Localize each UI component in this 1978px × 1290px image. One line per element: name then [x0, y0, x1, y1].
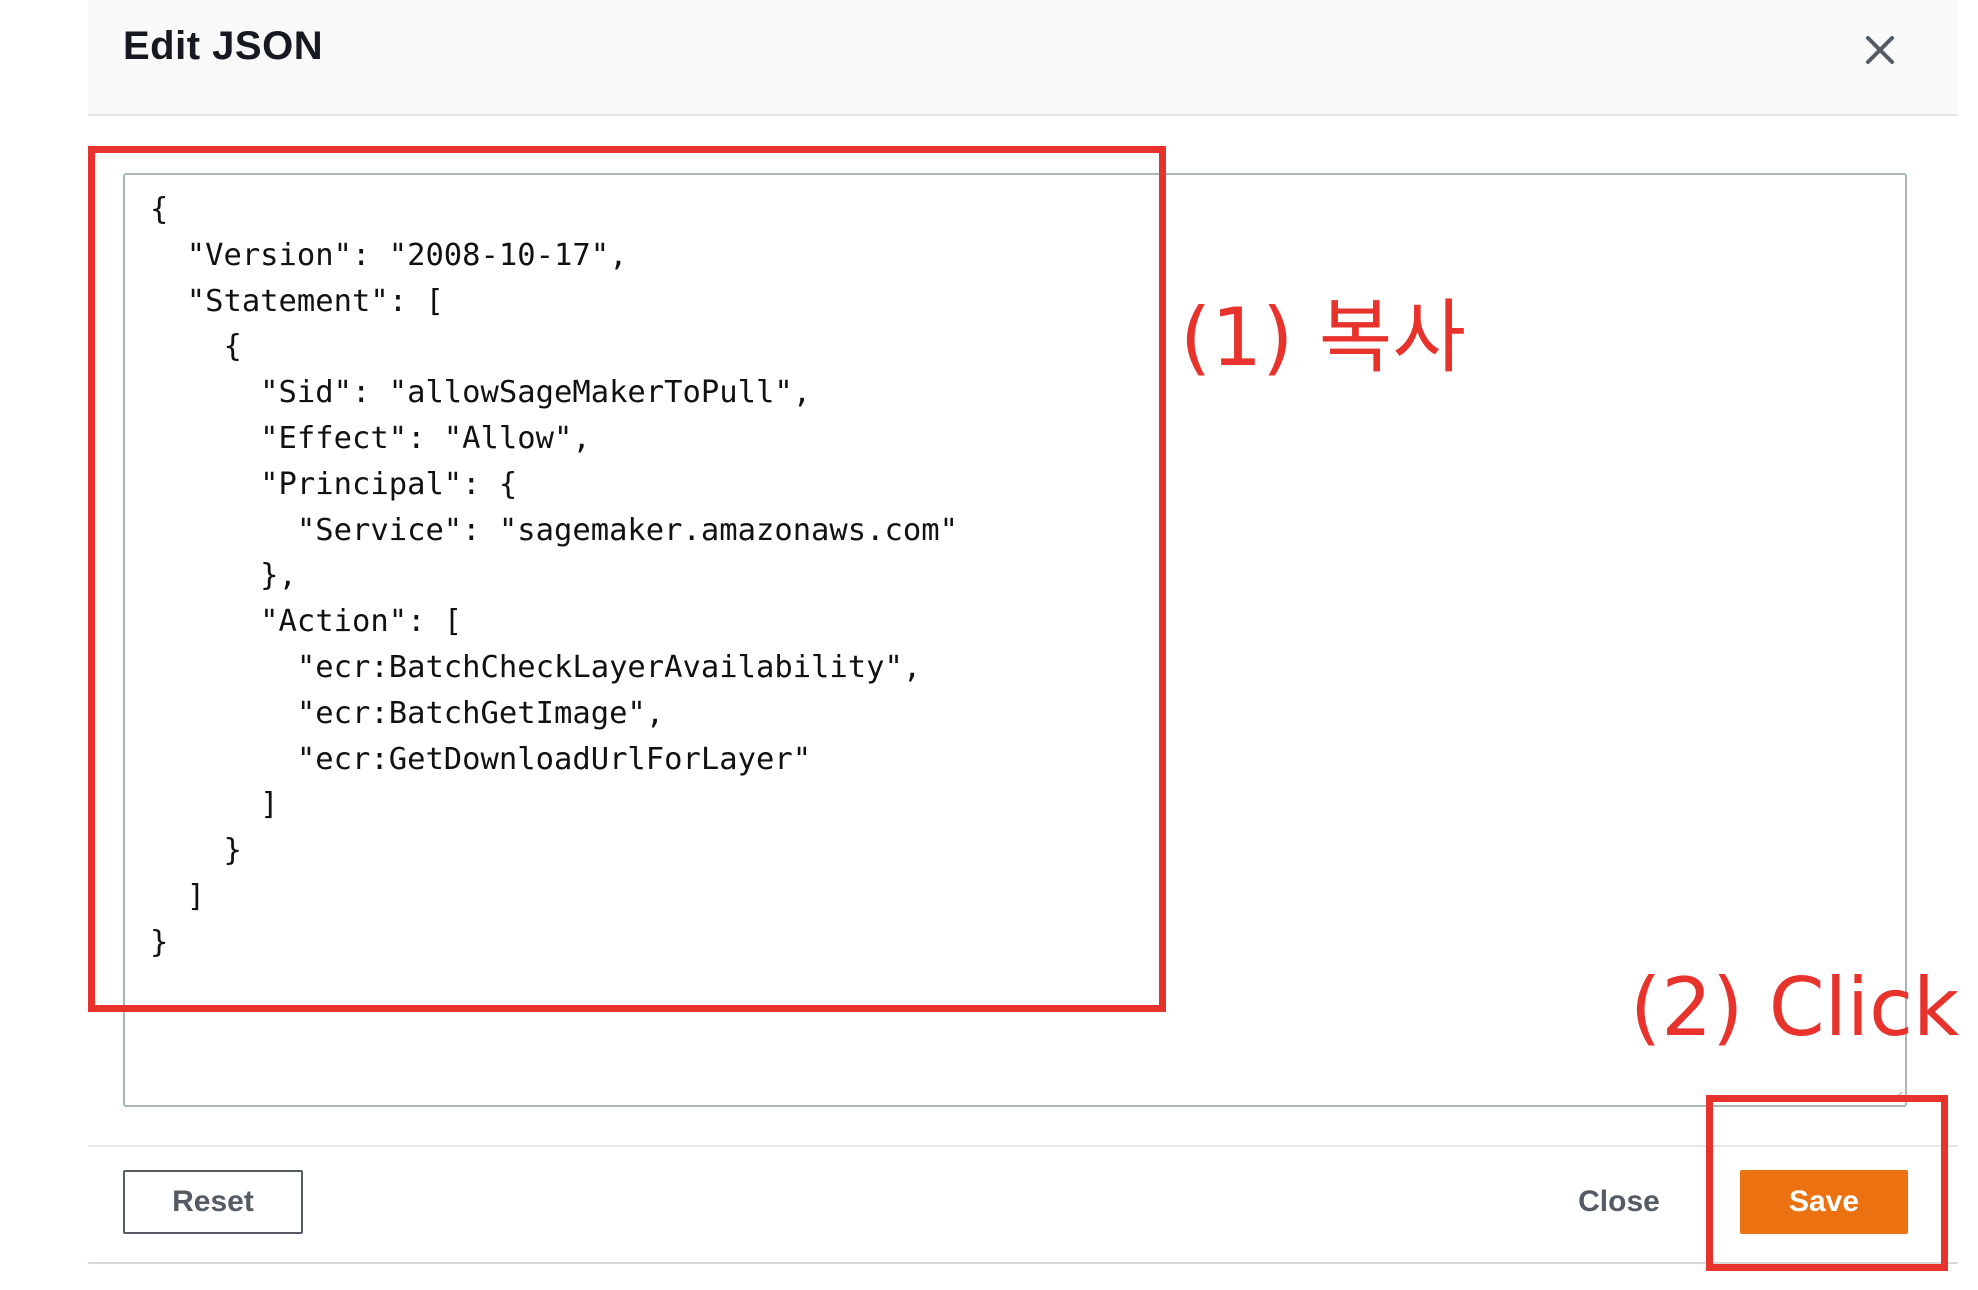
annotation-box-save [1706, 1095, 1948, 1271]
annotation-label-copy: (1) 복사 [1180, 291, 1466, 384]
page-background [0, 0, 88, 1290]
annotation-box-copy [88, 146, 1166, 1012]
close-button[interactable]: Close [1554, 1170, 1684, 1234]
close-icon[interactable] [1858, 28, 1902, 72]
annotation-label-click: (2) Click [1630, 961, 1960, 1054]
modal-title: Edit JSON [123, 24, 324, 68]
reset-button[interactable]: Reset [123, 1170, 303, 1234]
modal-header: Edit JSON [88, 0, 1958, 116]
modal-footer: Reset Close Save [88, 1145, 1958, 1264]
